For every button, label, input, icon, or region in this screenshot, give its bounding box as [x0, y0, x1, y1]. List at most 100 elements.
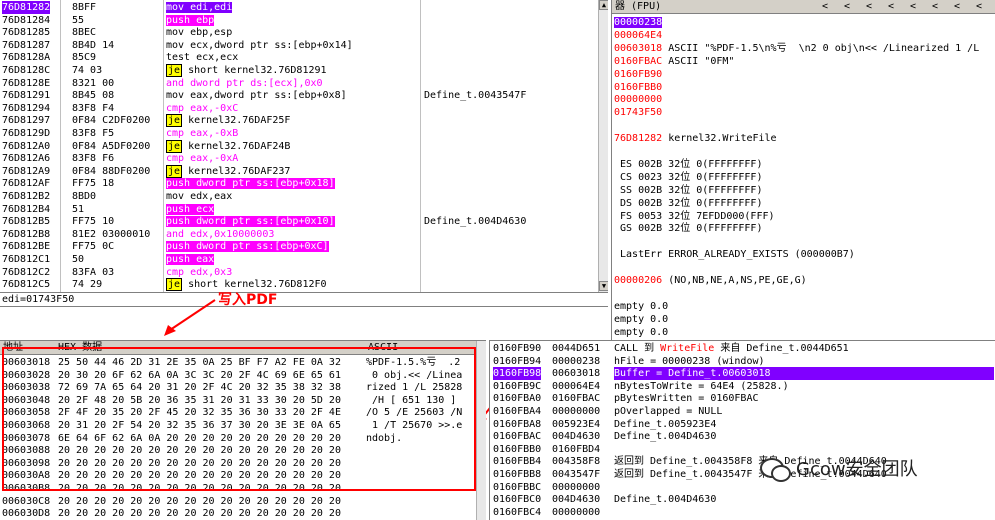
stack-row[interactable]: 0160FBB8 0043547F 返回到 Define_t.0043547F 来自…	[490, 468, 995, 481]
stack-row[interactable]: 0160FBA4 00000000 pOverlapped = NULL	[490, 405, 995, 418]
disasm-row[interactable]: 76D812BE FF75 0C push dword ptr ss:[ebp+0x…	[0, 240, 598, 253]
disasm-bytes: 81E2 03000010	[72, 228, 151, 240]
nav-arrow-icon[interactable]: <	[866, 0, 872, 13]
disasm-bytes: 8B45 08	[72, 90, 115, 102]
stack-comment: Buffer = Define_t.00603018	[614, 367, 994, 381]
hex-row[interactable]: 006030D8 20 20 20 20 20 20 20 20 20 20 20…	[0, 507, 476, 520]
stack-address: 0160FBBC	[493, 481, 542, 493]
disasm-row[interactable]: 76D81294 83F8 F4 cmp eax,-0xC	[0, 102, 598, 115]
register-line[interactable]: empty 0.0	[614, 326, 668, 339]
register-line[interactable]: empty 0.0	[614, 300, 668, 313]
scroll-up-icon[interactable]: ▲	[599, 0, 608, 10]
disasm-row[interactable]: 76D812A9 0F84 88DF0200 je kernel32.76DAF23…	[0, 164, 598, 178]
disasm-row[interactable]: 76D812A6 83F8 F6 cmp eax,-0xA	[0, 152, 598, 165]
nav-arrow-icon[interactable]: <	[844, 0, 850, 13]
stack-row[interactable]: 0160FB98 00603018 Buffer = Define_t.006030…	[490, 367, 995, 381]
register-line[interactable]: ES 002B 32位 0(FFFFFFFF)	[614, 158, 762, 171]
register-line[interactable]: 76D81282 kernel32.WriteFile	[614, 132, 777, 145]
register-line[interactable]: DS 002B 32位 0(FFFFFFFF)	[614, 197, 762, 210]
disasm-row[interactable]: 76D8128C 74 03 je short kernel32.76D81291	[0, 64, 598, 77]
disasm-row[interactable]: 76D8129D 83F8 F5 cmp eax,-0xB	[0, 127, 598, 140]
disassembly-scrollbar[interactable]: ▲ ▼	[598, 0, 608, 292]
disasm-row[interactable]: 76D812C5 74 29 je short kernel32.76D812F0	[0, 278, 598, 292]
registers-pane[interactable]: 器 (FPU) < < < < < < < < 00000238 000064E4 0060301…	[611, 0, 995, 340]
register-line[interactable]: 00603018 ASCII "%PDF-1.5\n%亏 \n2 0 obj\n…	[614, 42, 979, 55]
disasm-row[interactable]: 76D81287 8B4D 14 mov ecx,dword ptr ss:[ebp…	[0, 39, 598, 52]
stack-row[interactable]: 0160FBA0 0160FBAC pBytesWritten = 0160FBAC	[490, 392, 995, 405]
disasm-address: 76D81287	[2, 39, 51, 51]
disasm-row[interactable]: 76D812B4 51 push ecx	[0, 203, 598, 216]
disasm-row[interactable]: 76D812AF FF75 18 push dword ptr ss:[ebp+0x…	[0, 177, 598, 190]
disasm-row[interactable]: 76D81297 0F84 C2DF0200 je kernel32.76DAF25…	[0, 114, 598, 128]
stack-pane[interactable]: 0160FB90 0044D651 CALL 到 WriteFile 来自 Defi…	[489, 340, 995, 520]
register-line[interactable]: 01743F50	[614, 106, 662, 119]
disasm-instruction: mov ebp,esp	[166, 26, 232, 39]
hex-row[interactable]: 006030C8 20 20 20 20 20 20 20 20 20 20 20…	[0, 495, 476, 508]
nav-arrow-icon[interactable]: <	[910, 0, 916, 13]
nav-arrow-icon[interactable]: <	[976, 0, 982, 13]
jump-mnemonic: je	[166, 139, 183, 153]
disasm-row[interactable]: 76D8128E 8321 00 and dword ptr ds:[ecx],0x…	[0, 77, 598, 90]
stack-comment: pOverlapped = NULL	[614, 405, 722, 418]
register-line[interactable]: 00000000	[614, 93, 662, 106]
stack-row[interactable]: 0160FBB4 004358F8 返回到 Define_t.004358F8 来自…	[490, 455, 995, 468]
stack-row[interactable]: 0160FBC0 004D4630 Define_t.004D4630	[490, 493, 995, 506]
disasm-row[interactable]: 76D812A0 0F84 A5DF0200 je kernel32.76DAF24…	[0, 139, 598, 153]
register-line[interactable]: LastErr ERROR_ALREADY_EXISTS (000000B7)	[614, 248, 855, 261]
register-line[interactable]: 0160FB90	[614, 68, 662, 81]
disasm-row[interactable]: 76D812C2 83FA 03 cmp edx,0x3	[0, 266, 598, 279]
stack-comment-text: nBytesToWrite = 64E4 (25828.)	[614, 380, 789, 392]
stack-value: 0160FBAC	[552, 393, 601, 405]
instruction-text: test ecx,ecx	[166, 52, 239, 64]
stack-row[interactable]: 0160FBAC 004D4630 Define_t.004D4630	[490, 430, 995, 443]
register-line[interactable]: CS 0023 32位 0(FFFFFFFF)	[614, 171, 762, 184]
disasm-row[interactable]: 76D81291 8B45 08 mov eax,dword ptr ss:[ebp…	[0, 89, 598, 102]
register-line[interactable]: GS 002B 32位 0(FFFFFFFF)	[614, 222, 762, 235]
disasm-row[interactable]: 76D8128A 85C9 test ecx,ecx	[0, 51, 598, 64]
disasm-instruction: mov eax,dword ptr ss:[ebp+0x8]	[166, 89, 347, 102]
nav-arrow-icon[interactable]: <	[954, 0, 960, 13]
stack-row[interactable]: 0160FBC4 00000000	[490, 506, 995, 519]
stack-comment: Define_t.004D4630	[614, 493, 716, 506]
stack-address: 0160FBA8	[493, 418, 542, 430]
register-line[interactable]: empty 0.0	[614, 313, 668, 326]
nav-arrow-icon[interactable]: <	[888, 0, 894, 13]
disasm-address: 76D812AF	[2, 178, 51, 190]
stack-row[interactable]: 0160FBBC 00000000	[490, 481, 995, 494]
stack-value: 004358F8	[552, 456, 601, 468]
disasm-row[interactable]: 76D812B5 FF75 10 push dword ptr ss:[ebp+0x…	[0, 215, 598, 228]
scroll-down-icon[interactable]: ▼	[599, 281, 608, 291]
stack-row[interactable]: 0160FBB0 0160FBD4	[490, 443, 995, 456]
disasm-row[interactable]: 76D812C1 50 push eax	[0, 253, 598, 266]
stack-value: 00603018	[552, 368, 601, 380]
stack-row[interactable]: 0160FBA8 005923E4 Define_t.005923E4	[490, 418, 995, 431]
stack-comment-api: WriteFile	[660, 343, 715, 354]
disasm-row[interactable]: 76D81285 8BEC mov ebp,esp	[0, 26, 598, 39]
hex-scrollbar[interactable]	[476, 341, 486, 520]
disassembly-pane[interactable]: 76D81282 8BFF mov edi,edi 76D81284 55 push eb…	[0, 0, 608, 292]
hex-dump-pane[interactable]: 地址 HEX 数据 ASCII 00603018 25 50 44 46 2D 3…	[0, 340, 486, 520]
disasm-instruction: mov ecx,dword ptr ss:[ebp+0x14]	[166, 39, 353, 52]
stack-row[interactable]: 0160FB90 0044D651 CALL 到 WriteFile 来自 Defi…	[490, 342, 995, 355]
jump-mnemonic: je	[166, 278, 183, 292]
register-line[interactable]: 000064E4	[614, 29, 662, 42]
stack-row[interactable]: 0160FB9C 000064E4 nBytesToWrite = 64E4 (25…	[490, 380, 995, 393]
register-line[interactable]: 00000238	[614, 16, 663, 29]
register-value: GS 002B 32位 0(FFFFFFFF)	[614, 223, 763, 235]
nav-arrow-icon[interactable]: <	[932, 0, 938, 13]
stack-address: 0160FBB4	[493, 456, 542, 468]
register-line[interactable]: SS 002B 32位 0(FFFFFFFF)	[614, 184, 762, 197]
stack-value: 0043547F	[552, 469, 601, 480]
disasm-row[interactable]: 76D812B8 81E2 03000010 and edx,0x10000003	[0, 228, 598, 241]
disasm-row[interactable]: 76D81284 55 push ebp	[0, 14, 598, 27]
register-comment: kernel32.WriteFile	[662, 133, 777, 145]
disasm-row[interactable]: 76D81282 8BFF mov edi,edi	[0, 1, 598, 14]
register-line[interactable]: 00000206 (NO,NB,NE,A,NS,PE,GE,G)	[614, 274, 807, 287]
stack-value: 0160FBD4	[552, 443, 601, 455]
stack-row[interactable]: 0160FB94 00000238 hFile = 00000238 (window…	[490, 355, 995, 368]
register-line[interactable]: FS 0053 32位 7EFDD000(FFF)	[614, 210, 775, 223]
register-line[interactable]: 0160FBAC ASCII "0FM"	[614, 55, 734, 68]
disasm-row[interactable]: 76D812B2 8BD0 mov edx,eax	[0, 190, 598, 203]
nav-arrow-icon[interactable]: <	[822, 0, 828, 13]
register-line[interactable]: 0160FBB0	[614, 81, 662, 94]
